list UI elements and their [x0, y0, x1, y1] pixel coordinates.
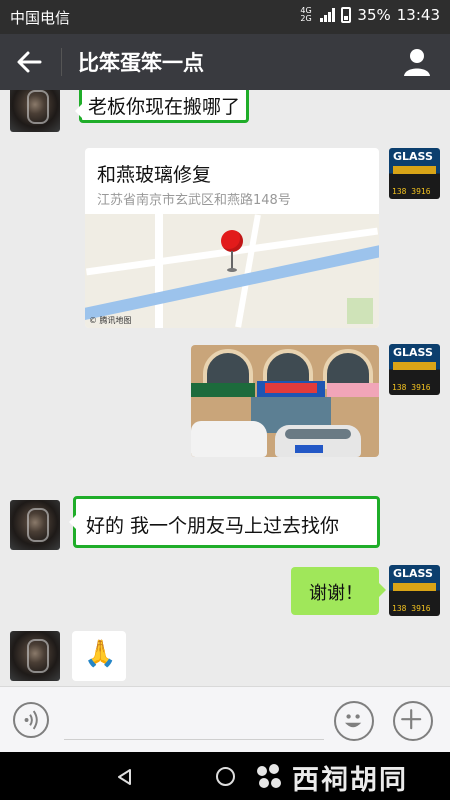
- home-nav-icon[interactable]: [216, 767, 235, 786]
- battery-percent: 35%: [357, 6, 391, 24]
- map-road: [155, 214, 163, 328]
- map-pin-icon: [221, 230, 243, 252]
- map-park: [347, 298, 373, 324]
- location-card[interactable]: 和燕玻璃修复 江苏省南京市玄武区和燕路148号 © 腾讯地图: [85, 148, 379, 328]
- avatar-number: 138 3916: [392, 187, 431, 196]
- photo-car: [191, 421, 267, 457]
- battery-icon: [341, 7, 352, 23]
- photo-message[interactable]: [191, 345, 379, 457]
- avatar-brand-text: GLASS: [393, 346, 433, 359]
- map-credit: © 腾讯地图: [89, 316, 132, 325]
- plus-icon[interactable]: [393, 701, 433, 741]
- photo-sign: [257, 381, 325, 397]
- chat-header: 比笨蛋笨一点: [0, 34, 450, 90]
- sent-message[interactable]: 谢谢！: [291, 567, 386, 615]
- contact-avatar[interactable]: [10, 500, 60, 550]
- emoji-icon[interactable]: [334, 701, 374, 741]
- clock: 13:43: [396, 6, 440, 24]
- person-icon[interactable]: [402, 47, 432, 77]
- map-pin-stick: [231, 251, 233, 269]
- header-divider: [61, 48, 62, 76]
- map-pin-base: [227, 268, 237, 272]
- praying-hands-icon: 🙏: [84, 639, 117, 669]
- contact-avatar[interactable]: [10, 631, 60, 681]
- photo-sign: [191, 383, 255, 397]
- avatar-banner: [393, 362, 436, 370]
- network-badge: 4G 2G: [300, 6, 312, 23]
- watermark-logo-icon: [257, 763, 281, 788]
- sticker-message[interactable]: 🙏: [72, 631, 126, 681]
- chat-title: 比笨蛋笨一点: [78, 51, 204, 75]
- message-text: 老板你现在搬哪了: [88, 96, 241, 118]
- my-avatar[interactable]: GLASS 138 3916: [389, 344, 440, 395]
- my-avatar[interactable]: GLASS 138 3916: [389, 565, 440, 616]
- input-bar: [0, 686, 450, 752]
- avatar-banner: [393, 166, 436, 174]
- watermark-text: 西祠胡同: [292, 765, 408, 796]
- back-nav-icon[interactable]: [116, 768, 132, 786]
- location-name: 和燕玻璃修复: [97, 164, 212, 186]
- avatar-number: 138 3916: [392, 604, 431, 613]
- avatar-brand-text: GLASS: [393, 567, 433, 580]
- watermark: 西祠胡同: [252, 758, 408, 797]
- message-input[interactable]: [64, 739, 324, 740]
- received-message[interactable]: 好的 我一个朋友马上过去找你: [69, 496, 380, 548]
- avatar-brand-text: GLASS: [393, 150, 433, 163]
- message-text: 好的 我一个朋友马上过去找你: [86, 515, 340, 537]
- system-nav-bar: 西祠胡同: [0, 752, 450, 800]
- avatar-number: 138 3916: [392, 383, 431, 392]
- voice-icon[interactable]: [13, 702, 49, 738]
- signal-icon: [320, 8, 336, 22]
- photo-plate: [295, 445, 323, 453]
- avatar-banner: [393, 583, 436, 591]
- received-message[interactable]: 老板你现在搬哪了: [74, 90, 250, 123]
- map-thumbnail: © 腾讯地图: [85, 214, 379, 328]
- status-bar: 中国电信 4G 2G 35% 13:43: [0, 0, 450, 34]
- my-avatar[interactable]: GLASS 138 3916: [389, 148, 440, 199]
- location-address: 江苏省南京市玄武区和燕路148号: [97, 193, 291, 208]
- contact-avatar[interactable]: [10, 90, 60, 132]
- arrow-left-icon[interactable]: [10, 44, 50, 80]
- photo-sign: [327, 383, 379, 397]
- message-text: 谢谢！: [309, 583, 363, 604]
- carrier-label: 中国电信: [10, 9, 71, 27]
- chat-area[interactable]: 老板你现在搬哪了 GLASS 138 3916 和燕玻璃修复 江苏省南京市玄武区…: [0, 90, 450, 686]
